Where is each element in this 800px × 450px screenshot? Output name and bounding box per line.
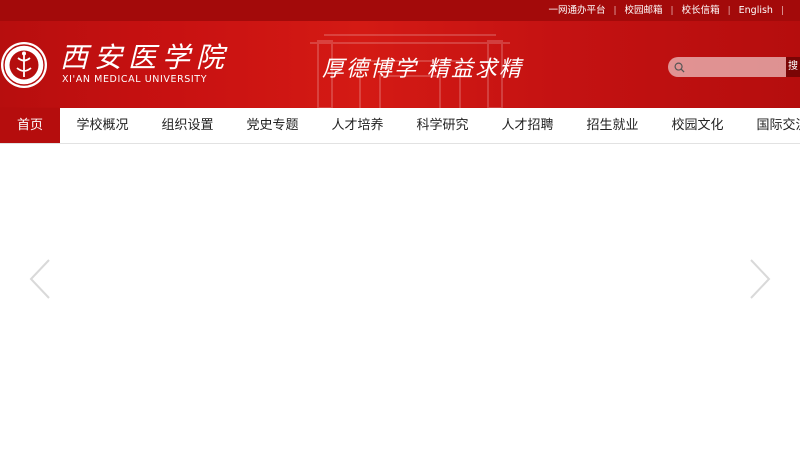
nav-item-party-history[interactable]: 党史专题 <box>230 108 315 143</box>
chevron-right-icon[interactable] <box>748 258 772 300</box>
university-name-cn[interactable]: 西安医学院 <box>60 43 230 73</box>
top-link-president-mailbox[interactable]: 校长信箱 <box>674 0 728 21</box>
nav-item-home[interactable]: 首页 <box>0 108 60 143</box>
school-motto: 厚德博学 精益求精 <box>322 57 523 82</box>
top-utility-bar: 一网通办平台 | 校园邮箱 | 校长信箱 | English | <box>0 0 800 21</box>
top-link-english[interactable]: English <box>731 0 781 21</box>
nav-item-research[interactable]: 科学研究 <box>400 108 485 143</box>
nav-item-campus-culture[interactable]: 校园文化 <box>655 108 740 143</box>
top-links: 一网通办平台 | 校园邮箱 | 校长信箱 | English | <box>540 0 800 21</box>
nav-item-international[interactable]: 国际交流 <box>740 108 800 143</box>
search-icon <box>674 62 685 73</box>
search-bar: 搜 <box>668 56 800 78</box>
chevron-left-icon[interactable] <box>28 258 52 300</box>
main-navigation: 首页 学校概况 组织设置 党史专题 人才培养 科学研究 人才招聘 招生就业 校园… <box>0 108 800 144</box>
nav-item-admissions[interactable]: 招生就业 <box>570 108 655 143</box>
top-link-divider: | <box>780 5 784 16</box>
nav-item-recruitment[interactable]: 人才招聘 <box>485 108 570 143</box>
search-input-wrapper <box>668 57 786 77</box>
university-emblem-icon[interactable] <box>0 41 48 89</box>
top-link-one-stop[interactable]: 一网通办平台 <box>540 0 613 21</box>
header-banner: 西安医学院 XI'AN MEDICAL UNIVERSITY 厚德博学 精益求精… <box>0 21 800 108</box>
search-button[interactable]: 搜 <box>786 57 800 77</box>
nav-item-about[interactable]: 学校概况 <box>60 108 145 143</box>
top-link-campus-mail[interactable]: 校园邮箱 <box>617 0 671 21</box>
nav-item-education[interactable]: 人才培养 <box>315 108 400 143</box>
search-input[interactable] <box>685 58 779 76</box>
nav-item-organization[interactable]: 组织设置 <box>145 108 230 143</box>
university-name-en: XI'AN MEDICAL UNIVERSITY <box>62 74 208 85</box>
banner-carousel <box>0 144 800 450</box>
